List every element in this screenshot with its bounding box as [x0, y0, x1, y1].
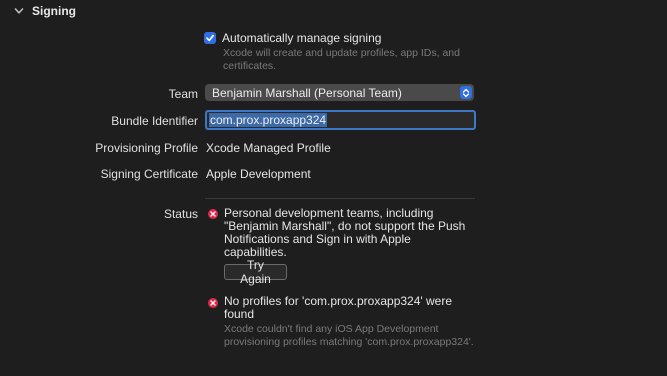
- team-select-value: Benjamin Marshall (Personal Team): [212, 85, 402, 100]
- section-title: Signing: [32, 4, 76, 18]
- auto-signing-checkbox[interactable]: [204, 32, 216, 44]
- auto-signing-label: Automatically manage signing: [222, 31, 382, 45]
- signing-section-header[interactable]: Signing: [14, 2, 76, 20]
- team-select[interactable]: Benjamin Marshall (Personal Team): [205, 84, 474, 101]
- provisioning-profile-value: Xcode Managed Profile: [206, 141, 331, 155]
- bundle-identifier-field[interactable]: com.prox.proxapp324: [205, 110, 476, 130]
- status-error-message: No profiles for 'com.prox.proxapp324' we…: [224, 294, 453, 321]
- bundle-identifier-label: Bundle Identifier: [111, 114, 198, 128]
- auto-signing-help-text: Xcode will create and update profiles, a…: [223, 47, 460, 72]
- divider: [205, 198, 475, 199]
- status-error-detail: Xcode couldn't find any iOS App Developm…: [224, 323, 474, 348]
- try-again-button[interactable]: Try Again: [224, 258, 287, 286]
- signing-certificate-value: Apple Development: [206, 167, 311, 181]
- status-label: Status: [163, 207, 198, 221]
- auto-signing-checkbox-row[interactable]: Automatically manage signing: [204, 31, 381, 45]
- checkmark-icon: [206, 34, 215, 42]
- error-icon: [208, 298, 218, 308]
- error-icon: [208, 209, 218, 219]
- team-label: Team: [168, 87, 198, 101]
- signing-certificate-label: Signing Certificate: [100, 167, 198, 181]
- signing-settings-pane: Signing Automatically manage signing Xco…: [0, 0, 667, 376]
- provisioning-profile-label: Provisioning Profile: [95, 141, 198, 155]
- bundle-identifier-value[interactable]: com.prox.proxapp324: [209, 113, 328, 127]
- updown-chevron-icon[interactable]: [460, 86, 472, 99]
- chevron-down-icon[interactable]: [14, 6, 24, 16]
- status-error-message: Personal development teams, including "B…: [224, 206, 466, 259]
